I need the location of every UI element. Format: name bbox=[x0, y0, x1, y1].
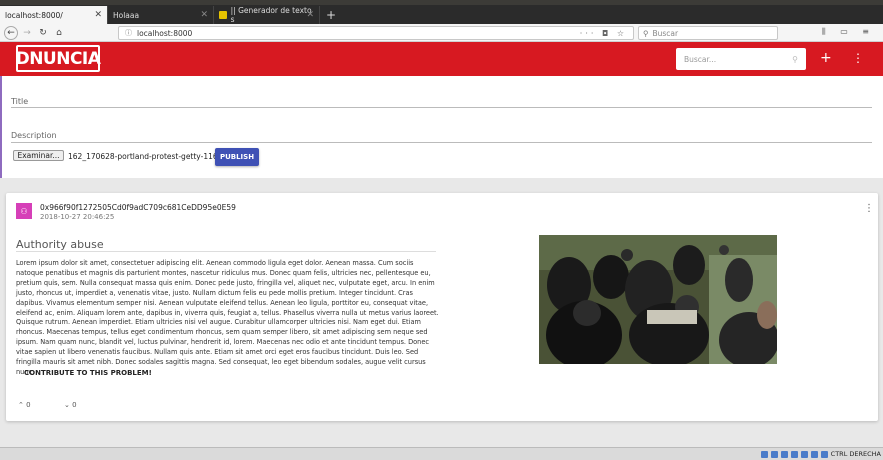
publish-button[interactable]: PUBLISH bbox=[215, 148, 259, 166]
reload-icon[interactable]: ↻ bbox=[36, 26, 50, 40]
more-vert-icon[interactable]: ⋮ bbox=[864, 203, 874, 214]
downvote-button[interactable]: ⌄ 0 bbox=[64, 401, 77, 409]
tab-label: localhost:8000/ bbox=[5, 10, 63, 20]
post-card: ⚇ 0x966f90f1272505Cd0f9adC709c681CeDD95e… bbox=[6, 193, 878, 421]
host-key-label: CTRL DERECHA bbox=[830, 450, 881, 458]
close-icon[interactable]: ✕ bbox=[200, 10, 208, 20]
browser-tab-bar: localhost:8000/ ✕ Holaaa ✕ || Generador … bbox=[0, 5, 883, 24]
taskbar: CTRL DERECHA bbox=[0, 447, 883, 460]
network-icon[interactable] bbox=[760, 450, 768, 458]
home-icon[interactable]: ⌂ bbox=[52, 26, 66, 40]
close-icon[interactable]: ✕ bbox=[306, 10, 314, 20]
new-tab-icon[interactable]: + bbox=[320, 6, 342, 24]
post-image bbox=[539, 235, 777, 364]
more-vert-icon[interactable]: ⋮ bbox=[852, 51, 864, 65]
back-icon[interactable]: ← bbox=[4, 25, 18, 40]
app-logo[interactable]: DNUNCIA bbox=[16, 45, 101, 72]
description-label: Description bbox=[11, 131, 57, 140]
folder-icon[interactable] bbox=[810, 450, 818, 458]
app-search-input[interactable]: Buscar... ⚲ bbox=[676, 48, 806, 70]
chevron-up-icon: ⌃ bbox=[18, 401, 24, 409]
title-input[interactable] bbox=[11, 107, 872, 108]
url-bar[interactable]: ⓘ localhost:8000 ··· ◘ ☆ bbox=[118, 26, 634, 40]
tab-holaaa[interactable]: Holaaa ✕ bbox=[108, 6, 214, 24]
search-icon: ⚲ bbox=[792, 54, 798, 64]
add-icon[interactable]: + bbox=[820, 51, 832, 65]
page-actions-icon[interactable]: ··· ◘ ☆ bbox=[580, 29, 627, 38]
post-author-hash: 0x966f90f1272505Cd0f9adC709c681CeDD95e0E… bbox=[40, 203, 236, 212]
new-post-form bbox=[0, 76, 883, 178]
contribute-button[interactable]: CONTRIBUTE TO THIS PROBLEM! bbox=[24, 369, 152, 377]
info-icon: ⓘ bbox=[125, 29, 132, 37]
downvote-count: 0 bbox=[72, 401, 77, 409]
browser-nav-bar: ← → ↻ ⌂ ⓘ localhost:8000 ··· ◘ ☆ ⚲ Busca… bbox=[0, 24, 883, 42]
description-input[interactable] bbox=[11, 142, 872, 143]
upvote-count: 0 bbox=[26, 401, 31, 409]
tab-localhost[interactable]: localhost:8000/ ✕ bbox=[0, 6, 108, 24]
file-name: 162_170628-portland-protest-getty-1160.j… bbox=[68, 152, 237, 161]
browser-search-placeholder: Buscar bbox=[652, 28, 679, 38]
upvote-button[interactable]: ⌃ 0 bbox=[18, 401, 31, 409]
toolbar-icons[interactable]: ⫼ ▭ ≡ bbox=[822, 27, 875, 37]
audio-icon[interactable] bbox=[800, 450, 808, 458]
favicon-icon bbox=[219, 11, 227, 19]
tab-generador[interactable]: || Generador de texto s ✕ bbox=[214, 6, 320, 24]
avatar: ⚇ bbox=[16, 203, 32, 219]
usb-icon[interactable] bbox=[790, 450, 798, 458]
post-body: Lorem ipsum dolor sit amet, consectetuer… bbox=[16, 259, 439, 376]
display-icon[interactable] bbox=[780, 450, 788, 458]
drive-icon[interactable] bbox=[770, 450, 778, 458]
system-tray: CTRL DERECHA bbox=[760, 450, 881, 458]
title-divider bbox=[16, 251, 436, 252]
search-icon: ⚲ bbox=[643, 28, 649, 38]
forward-icon[interactable]: → bbox=[20, 26, 34, 40]
browser-search-input[interactable]: ⚲ Buscar bbox=[638, 26, 778, 40]
chevron-down-icon: ⌄ bbox=[64, 401, 70, 409]
title-label: Title bbox=[11, 97, 29, 106]
url-text: localhost:8000 bbox=[137, 28, 193, 38]
file-browse-button[interactable]: Examinar... bbox=[13, 150, 64, 161]
tab-label: Holaaa bbox=[113, 10, 140, 20]
post-title: Authority abuse bbox=[16, 238, 104, 251]
close-icon[interactable]: ✕ bbox=[94, 10, 102, 20]
app-search-placeholder: Buscar... bbox=[684, 54, 717, 64]
keyboard-icon[interactable] bbox=[820, 450, 828, 458]
app-header: DNUNCIA Buscar... ⚲ + ⋮ bbox=[0, 42, 883, 76]
post-date: 2018-10-27 20:46:25 bbox=[40, 213, 115, 221]
tab-label: || Generador de texto s bbox=[230, 6, 312, 24]
